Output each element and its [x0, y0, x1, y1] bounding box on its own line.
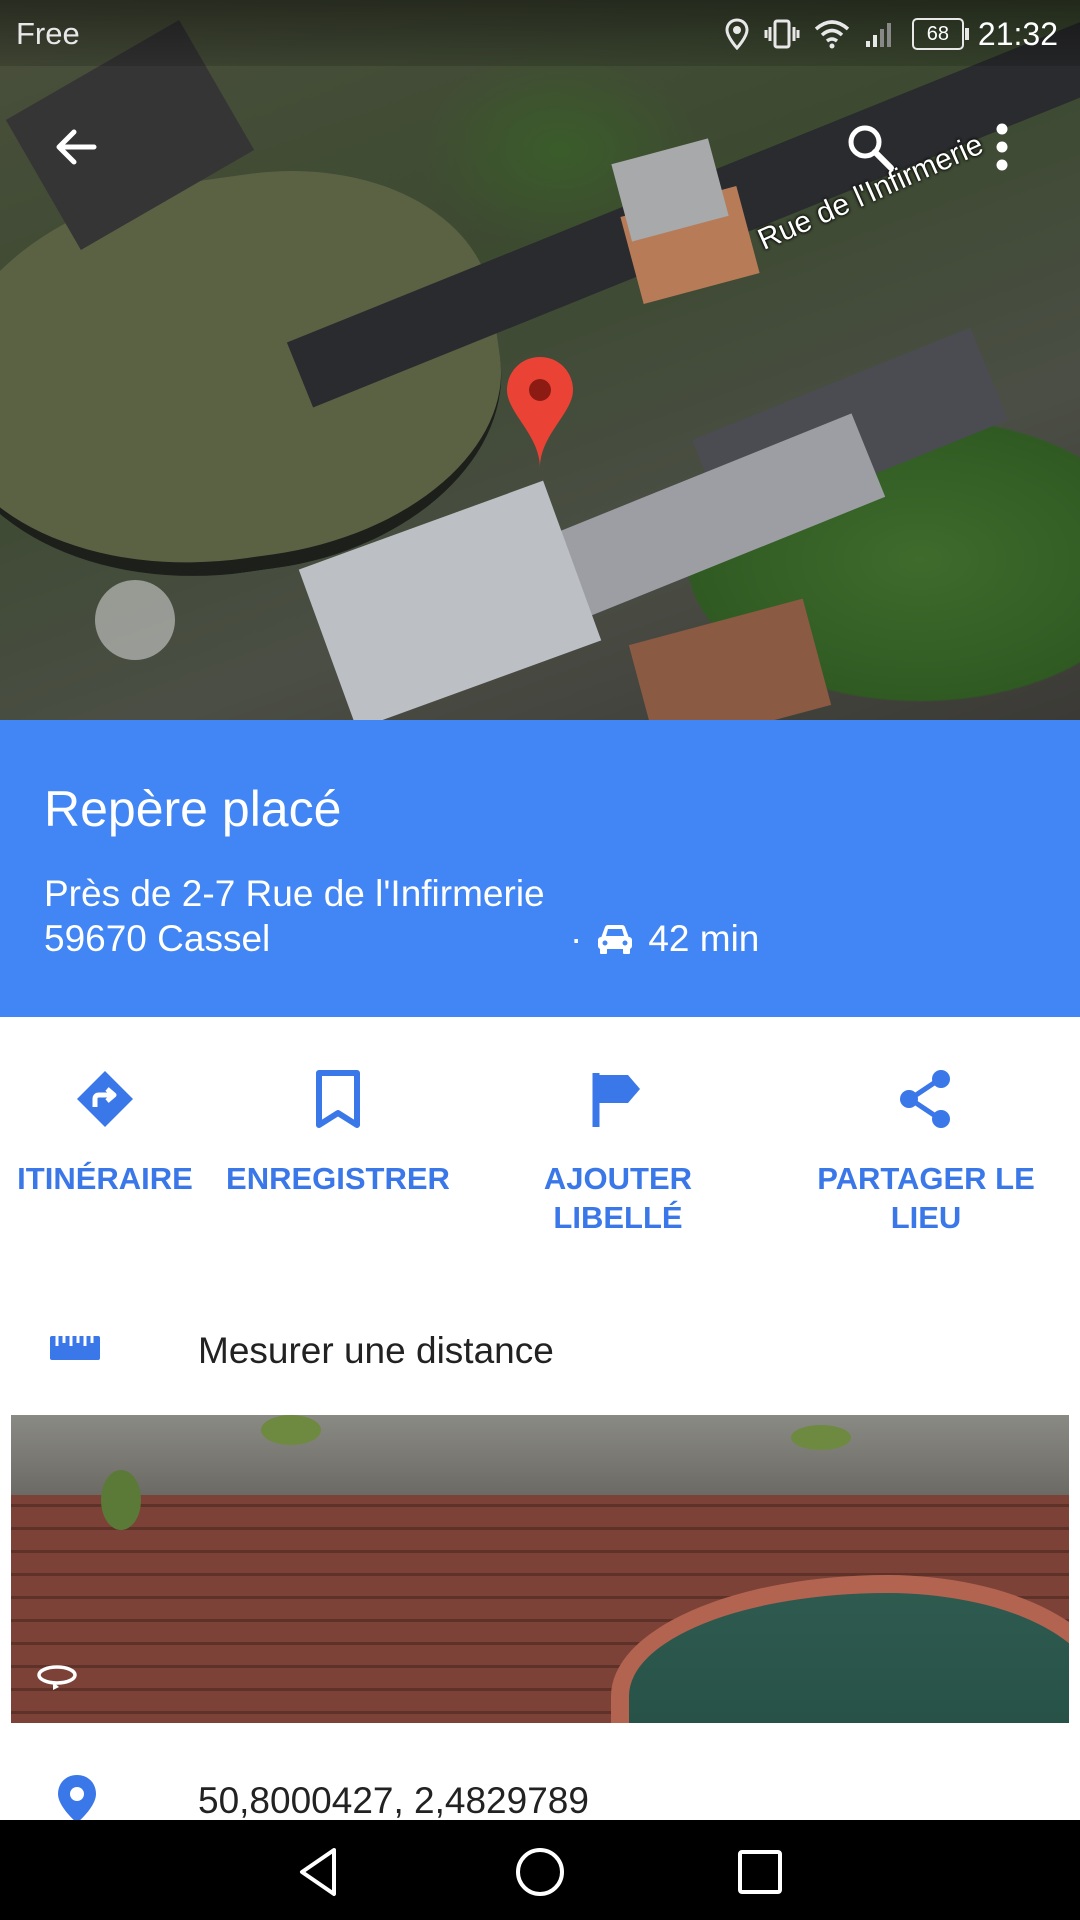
travel-time: · 42 min: [570, 918, 759, 960]
street-view-photo[interactable]: [11, 1415, 1069, 1723]
carrier-name: Free: [16, 16, 80, 51]
nav-recents-icon[interactable]: [730, 1842, 790, 1902]
directions-button[interactable]: ITINÉRAIRE: [0, 1017, 230, 1277]
directions-icon: [77, 1071, 133, 1127]
garage-door: [611, 1575, 1069, 1723]
clock: 21:32: [977, 15, 1058, 52]
search-button[interactable]: [838, 115, 902, 179]
add-label-label: AJOUTER LIBELLÉ: [543, 1161, 693, 1235]
location-pin-icon: [58, 1775, 96, 1823]
save-label: ENREGISTRER: [226, 1161, 450, 1196]
battery-indicator: 68: [911, 18, 969, 50]
moss: [101, 1470, 141, 1530]
map-blur-spot: [95, 580, 175, 660]
coordinates-value: 50,8000427, 2,4829789: [198, 1780, 589, 1821]
signal-icon: [865, 23, 891, 47]
share-icon: [900, 1070, 950, 1128]
satellite-map[interactable]: Rue de l'Infirmerie: [0, 0, 1080, 720]
nav-back-icon[interactable]: [290, 1842, 350, 1902]
wifi-icon: [814, 20, 850, 49]
vibrate-icon: [764, 19, 800, 49]
back-arrow-icon: [56, 129, 97, 165]
bookmark-icon: [316, 1070, 360, 1128]
share-label: PARTAGER LE LIEU: [817, 1161, 1035, 1235]
place-info-panel[interactable]: Repère placé Près de 2-7 Rue de l'Infirm…: [0, 720, 1080, 1017]
travel-time-value: 42 min: [648, 918, 760, 959]
back-button[interactable]: [44, 115, 108, 179]
add-label-button[interactable]: AJOUTER LIBELLÉ: [493, 1017, 743, 1277]
save-button[interactable]: ENREGISTRER: [213, 1017, 463, 1277]
location-status-icon: [725, 18, 749, 50]
share-button[interactable]: PARTAGER LE LIEU: [801, 1017, 1051, 1277]
moss: [791, 1425, 851, 1450]
status-bar: Free 68 21:32: [0, 0, 1080, 66]
system-nav-bar: [0, 1820, 1080, 1920]
action-row: ITINÉRAIRE ENREGISTRER AJOUTER LIBELLÉ P…: [0, 1017, 1080, 1277]
more-options-button[interactable]: [970, 115, 1034, 179]
nav-home-icon[interactable]: [510, 1842, 570, 1902]
coordinates-row[interactable]: 50,8000427, 2,4829789: [0, 1745, 1080, 1823]
measure-distance-row[interactable]: Mesurer une distance: [0, 1300, 1080, 1400]
directions-label: ITINÉRAIRE: [17, 1161, 193, 1196]
car-icon: [598, 925, 633, 954]
dropped-pin-icon[interactable]: [505, 355, 575, 470]
address-line-1: Près de 2-7 Rue de l'Infirmerie: [44, 873, 545, 914]
street-view-icon: [37, 1665, 77, 1690]
place-title: Repère placé: [44, 781, 342, 837]
address-line-2: 59670 Cassel: [44, 918, 271, 959]
separator-dot: ·: [570, 918, 583, 959]
more-vert-icon: [996, 123, 1008, 171]
measure-distance-label: Mesurer une distance: [198, 1330, 554, 1371]
map-building: [628, 598, 832, 720]
wall-cap: [11, 1415, 1069, 1495]
search-icon: [848, 125, 894, 171]
status-icons: 68 21:32: [724, 12, 1058, 56]
moss: [261, 1415, 321, 1445]
flag-icon: [592, 1073, 640, 1127]
ruler-icon: [50, 1336, 100, 1360]
